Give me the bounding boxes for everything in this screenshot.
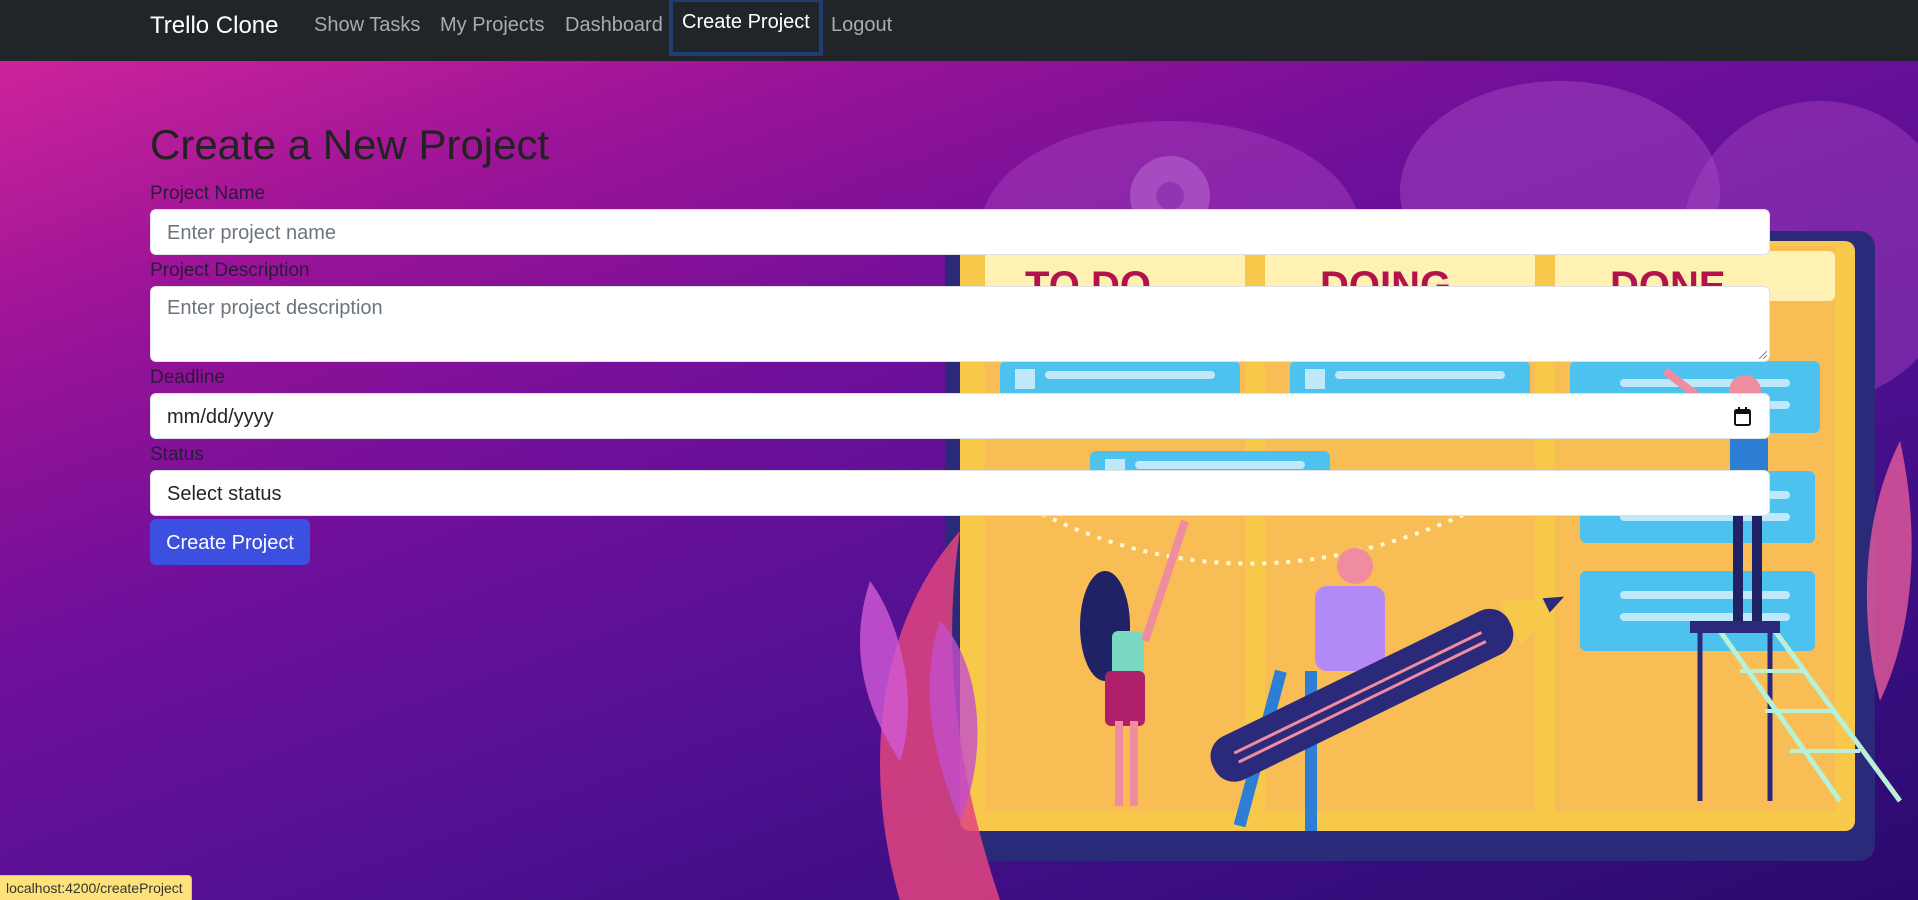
calendar-icon[interactable] (1734, 407, 1751, 426)
status-label: Status (150, 444, 204, 465)
project-name-label: Project Name (150, 183, 266, 204)
status-select[interactable]: Select status (150, 470, 1770, 516)
create-project-button[interactable]: Create Project (150, 519, 310, 565)
nav-dashboard[interactable]: Dashboard (565, 14, 663, 37)
project-description-textarea[interactable]: Enter project description (150, 286, 1770, 362)
resize-grip-icon[interactable] (1757, 349, 1767, 359)
deadline-date-input[interactable]: mm/dd/yyyy (150, 393, 1770, 439)
deadline-label: Deadline (150, 367, 225, 388)
nav-my-projects[interactable]: My Projects (440, 14, 544, 37)
nav-logout[interactable]: Logout (831, 14, 892, 37)
nav-show-tasks[interactable]: Show Tasks (314, 14, 420, 37)
project-name-input[interactable]: Enter project name (150, 209, 1770, 255)
brand-link[interactable]: Trello Clone (150, 12, 279, 40)
deadline-placeholder: mm/dd/yyyy (167, 406, 274, 428)
project-description-label: Project Description (150, 260, 310, 281)
nav-create-project[interactable]: Create Project (669, 0, 823, 56)
link-preview-statusbar: localhost:4200/createProject (0, 875, 192, 900)
project-description-placeholder: Enter project description (167, 297, 383, 319)
navbar: Trello Clone Show Tasks My Projects Dash… (0, 0, 1918, 61)
status-selected-value: Select status (167, 483, 282, 505)
project-name-placeholder: Enter project name (167, 222, 336, 244)
page-title: Create a New Project (150, 121, 550, 168)
